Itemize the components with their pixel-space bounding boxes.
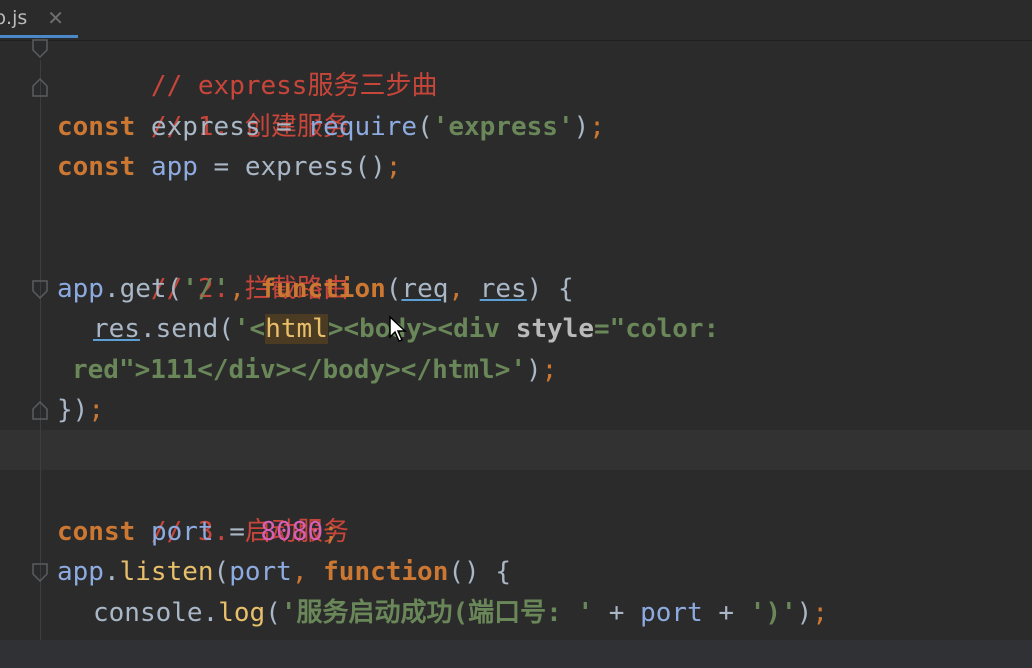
semicolon: ; [323,517,339,547]
identifier: app [150,152,198,182]
html-attr: style [515,314,594,344]
string: >' [494,355,527,385]
string: 'express' [432,112,574,142]
code-line-4[interactable]: const app = express(); [57,147,401,187]
html-tag: div [228,355,276,385]
paren: () [448,557,480,587]
editor-window: p.js ✕ // express服务三步曲 // 1. 创建服务 const … [0,0,1032,668]
function-name: require [307,112,418,142]
paren: ) [573,112,590,142]
keyword: function [323,557,449,587]
string: > [327,314,344,344]
operator: + [702,598,750,628]
method: listen [119,557,214,587]
code-line-6[interactable]: // 2. 拦截路由 [57,229,349,304]
operator: = [213,517,261,547]
identifier: app [57,274,104,304]
param: res [479,274,527,304]
code-editor[interactable]: // express服务三步曲 // 1. 创建服务 const express… [0,0,1032,640]
html-tag: div [453,314,501,344]
string: >< [421,314,454,344]
code-line-13[interactable]: app.listen(port, function() { [57,552,511,592]
identifier: port [150,517,214,547]
paren: ) [526,355,542,385]
dot: . [103,557,120,587]
paren: ) [526,274,543,304]
semicolon: ; [589,112,605,142]
semicolon: ; [385,152,402,182]
semicolon: ; [88,395,104,425]
semicolon: ; [812,598,828,628]
number: 8080 [260,517,324,547]
keyword: function [260,274,386,304]
string: ></ [275,355,323,385]
dot: . [202,598,219,628]
string: <body [343,314,422,344]
identifier: express [135,112,277,142]
keyword: const [57,517,136,547]
string: = [593,314,610,344]
paren: () [354,152,386,182]
code-line-1[interactable]: // express服务三步曲 [57,26,438,101]
identifier: res [93,314,140,344]
keyword: const [57,152,136,182]
code-line-14[interactable]: console.log('服务启动成功(端口号: ' + port + ')')… [93,593,828,633]
identifier: console [93,598,203,628]
string: >111</ [134,355,229,385]
paren: ( [265,598,281,628]
brace: } [57,395,73,425]
code-line-3[interactable]: const express = require('express'); [57,107,605,147]
string: '/' [182,274,230,304]
method: log [218,598,266,628]
keyword: const [57,112,136,142]
paren: ) [796,598,813,628]
string: ></ [385,355,433,385]
brace: { [542,274,574,304]
identifier: app [57,557,104,587]
editor-bottom-strip [0,640,1032,668]
brace: { [479,557,511,587]
code-line-7[interactable]: app.get('/', function(req, res) { [57,269,574,309]
paren: ) [72,395,89,425]
identifier: port [640,598,703,628]
html-tag: html [265,314,328,344]
string: '< [233,314,266,344]
function-name: express [244,152,355,182]
code-line-11[interactable]: // 3. 启动服务 [57,472,349,547]
paren: ( [417,112,433,142]
string: '服务启动成功(端口号: ' [280,598,594,628]
operator: + [593,598,641,628]
comma: , [291,557,308,587]
operator: = [197,152,245,182]
string: ')' [749,598,797,628]
paren: ( [213,557,230,587]
code-line-2[interactable]: // 1. 创建服务 [57,67,349,142]
comma: , [448,274,465,304]
param: req [401,274,449,304]
semicolon: ; [541,355,558,385]
mouse-cursor-icon [388,315,408,347]
comma: , [229,274,245,304]
code-line-8-wrap[interactable]: red">111</div></body></html>'); [72,350,557,390]
method: .get( [103,274,183,304]
operator: = [276,112,292,142]
method: .send( [139,314,234,344]
string: red" [72,355,135,385]
html-tag: body [322,355,386,385]
code-line-12[interactable]: const port = 8080; [57,512,339,552]
code-line-9[interactable]: }); [57,390,104,430]
string: "color: [609,314,720,344]
html-tag: html [432,355,495,385]
paren: ( [385,274,402,304]
identifier: port [229,557,292,587]
